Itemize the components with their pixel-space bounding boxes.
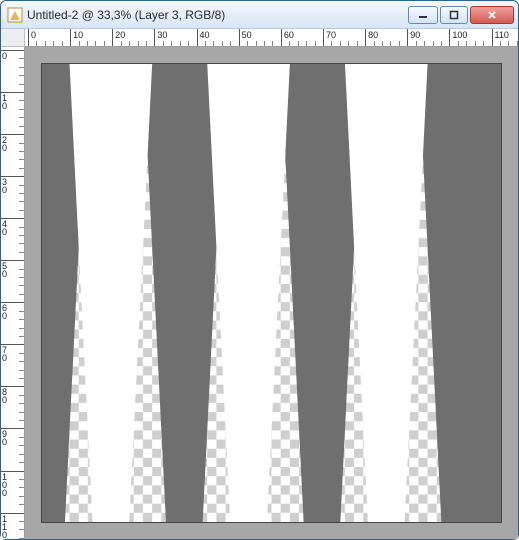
ruler-tick <box>112 29 113 46</box>
titlebar[interactable]: Untitled-2 @ 33,3% (Layer 3, RGB/8) <box>1 1 518 29</box>
ruler-label: 0 <box>31 30 36 40</box>
layer-content <box>42 64 501 522</box>
window-title: Untitled-2 @ 33,3% (Layer 3, RGB/8) <box>27 8 408 22</box>
ruler-label: 70 <box>2 346 7 362</box>
ruler-label: 80 <box>368 30 378 40</box>
ruler-label: 30 <box>2 178 7 194</box>
ruler-label: 50 <box>242 30 252 40</box>
ruler-label: 40 <box>200 30 210 40</box>
ruler-label: 20 <box>2 136 7 152</box>
ruler-horizontal[interactable]: 0 10 20 30 40 50 60 70 80 90 100 110 <box>25 29 518 47</box>
ruler-label: 100 <box>2 473 7 497</box>
ruler-tick <box>407 29 408 46</box>
ruler-tick <box>281 29 282 46</box>
ruler-tick <box>239 29 240 46</box>
ruler-tick <box>154 29 155 46</box>
ruler-label: 90 <box>2 430 7 446</box>
ruler-vertical[interactable]: 0 10 20 30 40 50 60 70 80 90 100 110 <box>1 47 25 539</box>
ruler-label: 10 <box>2 94 7 110</box>
ruler-tick <box>449 29 450 46</box>
window-controls <box>408 6 514 24</box>
ruler-label: 20 <box>115 30 125 40</box>
document-window: Untitled-2 @ 33,3% (Layer 3, RGB/8) 0 10 2… <box>0 0 519 540</box>
ruler-label: 50 <box>2 262 7 278</box>
minimize-button[interactable] <box>408 6 438 24</box>
ruler-label: 110 <box>495 30 509 40</box>
ruler-label: 30 <box>157 30 167 40</box>
ruler-corner <box>1 29 25 47</box>
viewport[interactable] <box>25 47 518 539</box>
maximize-button[interactable] <box>440 6 468 24</box>
close-button[interactable] <box>470 6 514 24</box>
ruler-label: 10 <box>73 30 83 40</box>
ruler-tick <box>70 29 71 46</box>
ruler-tick <box>365 29 366 46</box>
ruler-label: 0 <box>2 52 7 60</box>
ruler-label: 80 <box>2 388 7 404</box>
ruler-tick <box>323 29 324 46</box>
ruler-label: 90 <box>410 30 420 40</box>
app-icon <box>7 7 23 23</box>
ruler-tick <box>197 29 198 46</box>
ruler-tick <box>28 29 29 46</box>
canvas[interactable] <box>42 64 501 522</box>
ruler-tick <box>492 29 493 46</box>
ruler-label: 110 <box>2 515 7 539</box>
ruler-label: 70 <box>326 30 336 40</box>
client-area: 0 10 20 30 40 50 60 70 80 90 100 110 0 10 20 30 40 50 60 7… <box>1 29 518 539</box>
ruler-label: 60 <box>284 30 294 40</box>
ruler-label: 60 <box>2 304 7 320</box>
ruler-label: 40 <box>2 220 7 236</box>
ruler-label: 100 <box>452 30 467 40</box>
